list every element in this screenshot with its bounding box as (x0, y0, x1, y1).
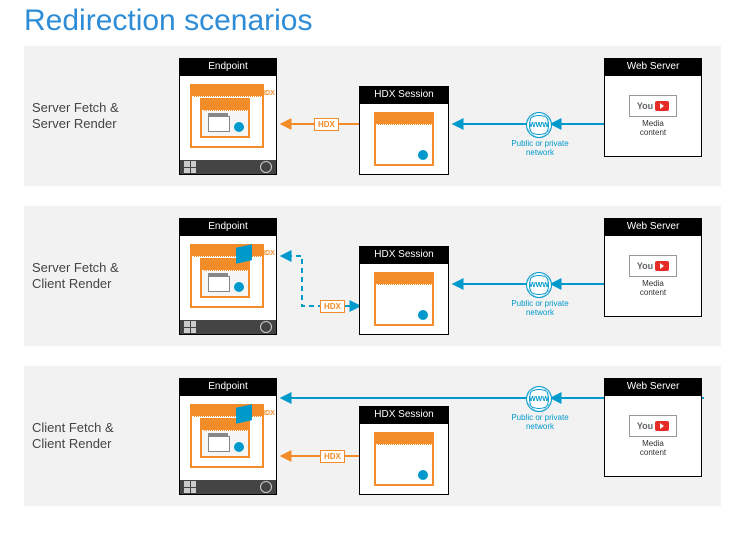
scenario-server-fetch-server-render: Server Fetch & Server Render HDX WWW Pub… (24, 46, 721, 186)
network-label: Public or privatenetwork (504, 140, 576, 158)
session-window (374, 432, 434, 486)
network-label: Public or privatenetwork (504, 414, 576, 432)
endpoint-node: Endpoint HDX (179, 58, 277, 175)
webserver-node: Web Server You Mediacontent (604, 218, 702, 317)
node-header: HDX Session (359, 86, 449, 103)
media-caption: Mediacontent (640, 440, 666, 458)
media-window (200, 418, 250, 458)
browser-icon (208, 276, 230, 292)
session-window (374, 272, 434, 326)
youtube-logo: You (629, 95, 677, 117)
play-icon (234, 442, 244, 452)
endpoint-node: Endpoint HDX (179, 378, 277, 495)
browser-icon (208, 436, 230, 452)
network-label: Public or privatenetwork (504, 300, 576, 318)
play-icon (418, 470, 428, 480)
globe-label: WWW (529, 396, 549, 403)
endpoint-node: Endpoint HDX (179, 218, 277, 335)
scenario-label: Client Fetch & Client Render (32, 420, 114, 453)
scenario-label: Server Fetch & Server Render (32, 100, 119, 133)
globe-icon: WWW (526, 272, 552, 298)
webserver-node: Web Server You Mediacontent (604, 58, 702, 157)
play-icon (234, 282, 244, 292)
apps-icon (184, 161, 196, 173)
scenario-server-fetch-client-render: Server Fetch & Client Render HDX WWW Pub… (24, 206, 721, 346)
session-window (374, 112, 434, 166)
scenario-label-line: Server Render (32, 116, 117, 131)
node-header: Web Server (604, 378, 702, 395)
overlay-icon (236, 244, 252, 263)
play-icon (418, 310, 428, 320)
node-header: Web Server (604, 58, 702, 75)
media-window (200, 98, 250, 138)
media-caption: Mediacontent (640, 280, 666, 298)
hdx-badge: HDX (320, 300, 345, 313)
node-header: HDX Session (359, 406, 449, 423)
page-title: Redirection scenarios (0, 0, 745, 46)
node-header: Endpoint (179, 218, 277, 235)
scenario-label-line: Server Fetch & (32, 260, 119, 275)
scenario-label: Server Fetch & Client Render (32, 260, 119, 293)
youtube-logo: You (629, 415, 677, 437)
hdx-session-node: HDX Session (359, 246, 449, 335)
ring-icon (260, 481, 272, 493)
webserver-node: Web Server You Mediacontent (604, 378, 702, 477)
globe-icon: WWW (526, 386, 552, 412)
ring-icon (260, 161, 272, 173)
scenario-label-line: Client Render (32, 436, 112, 451)
hdx-caption: HDX (260, 90, 275, 97)
globe-label: WWW (529, 122, 549, 129)
media-caption: Mediacontent (640, 120, 666, 138)
browser-icon (208, 116, 230, 132)
scenario-label-line: Server Fetch & (32, 100, 119, 115)
hdx-session-node: HDX Session (359, 406, 449, 495)
globe-icon: WWW (526, 112, 552, 138)
ring-icon (260, 321, 272, 333)
taskbar (180, 320, 276, 334)
youtube-logo: You (629, 255, 677, 277)
taskbar (180, 160, 276, 174)
hdx-caption: HDX (260, 250, 275, 257)
node-header: Endpoint (179, 58, 277, 75)
hdx-session-node: HDX Session (359, 86, 449, 175)
overlay-icon (236, 404, 252, 423)
node-header: Endpoint (179, 378, 277, 395)
scenario-client-fetch-client-render: Client Fetch & Client Render HDX WWW Pub… (24, 366, 721, 506)
scenario-label-line: Client Fetch & (32, 420, 114, 435)
hdx-badge: HDX (320, 450, 345, 463)
apps-icon (184, 321, 196, 333)
media-window (200, 258, 250, 298)
globe-label: WWW (529, 282, 549, 289)
hdx-badge: HDX (314, 118, 339, 131)
taskbar (180, 480, 276, 494)
node-header: HDX Session (359, 246, 449, 263)
apps-icon (184, 481, 196, 493)
play-icon (418, 150, 428, 160)
scenario-label-line: Client Render (32, 276, 112, 291)
hdx-caption: HDX (260, 410, 275, 417)
play-icon (234, 122, 244, 132)
node-header: Web Server (604, 218, 702, 235)
